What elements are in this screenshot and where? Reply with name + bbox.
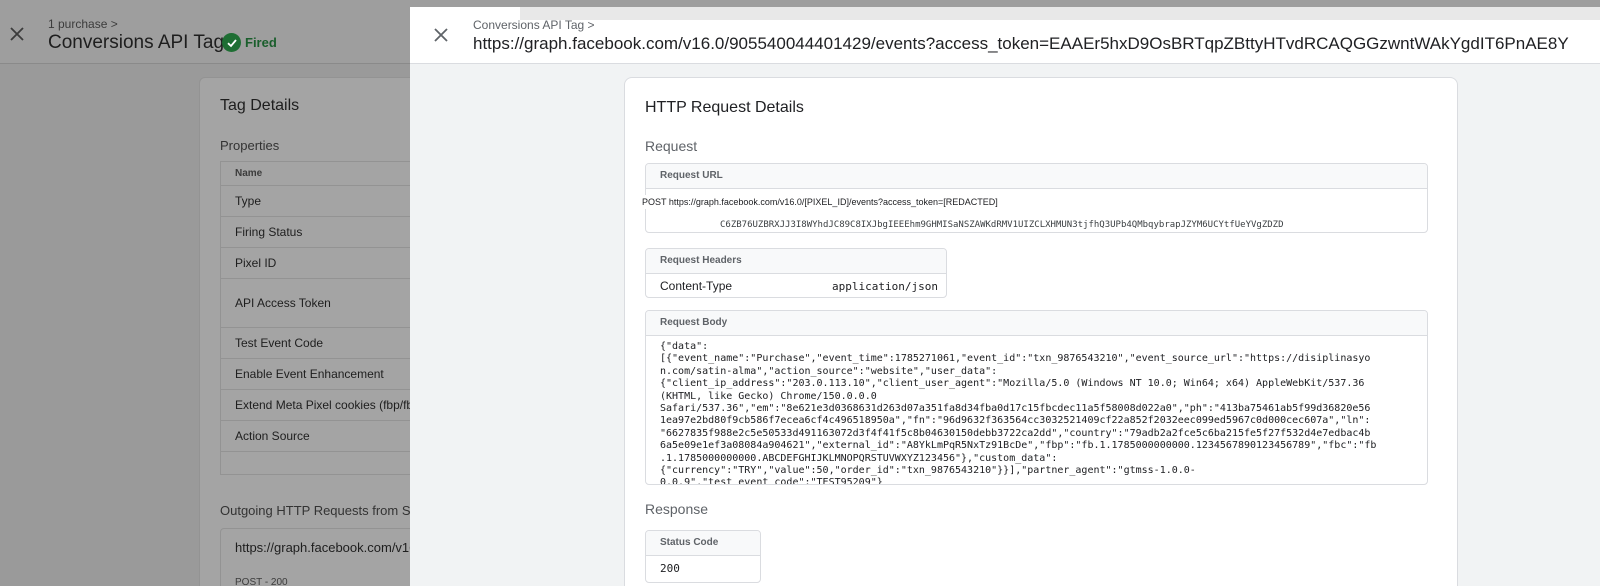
breadcrumb[interactable]: Conversions API Tag > [473,18,595,32]
http-request-panel: Conversions API Tag > https://graph.face… [410,7,1600,586]
request-body-label: Request Body [646,311,1427,336]
table-row: Enable Event Enhancement [221,359,439,390]
table-row-empty [221,452,439,474]
request-headers-label: Request Headers [646,249,946,274]
panel-header: Conversions API Tag > https://graph.face… [410,7,1600,64]
request-headers-box: Request Headers Content-Type application… [645,248,947,298]
tag-details-card: Tag Details Properties Name Type Firing … [199,77,581,586]
table-row: Pixel ID [221,248,439,279]
page-title: Conversions API Tag [48,32,225,53]
status-label: Fired [245,35,277,50]
status-code-value: 200 [660,562,680,575]
outgoing-requests-label: Outgoing HTTP Requests from Server [220,503,441,518]
card-title: Tag Details [220,97,300,114]
properties-table: Name Type Firing Status Pixel ID API Acc… [220,161,440,475]
request-body-box: Request Body {"data": [{"event_name":"Pu… [645,310,1428,485]
close-icon[interactable] [8,25,26,43]
header-value: application/json [832,279,938,293]
properties-label: Properties [220,138,280,153]
request-body-text: {"data": [{"event_name":"Purchase","even… [660,341,1377,485]
background-header: 1 purchase > Conversions API Tag Fired [0,0,410,64]
table-header-name: Name [221,162,439,186]
table-row: Firing Status [221,217,439,248]
header-gray-strip [520,7,1600,20]
http-request-details-card: HTTP Request Details Request Request URL… [624,77,1458,586]
request-url-clipped-text: C6ZB76UZBRXJJ3I8WYhdJC89C8IXJbgIEEEhm9GH… [720,220,1284,230]
table-row: Test Event Code [221,328,439,359]
status-badge: Fired [222,33,277,52]
request-url-title: https://graph.facebook.com/v16.0/9055400… [473,34,1569,53]
request-url-overlay: POST https://graph.facebook.com/v16.0/[P… [642,195,998,209]
header-key: Content-Type [660,279,733,293]
table-row: API Access Token [221,279,439,328]
card-title: HTTP Request Details [645,99,804,116]
close-icon[interactable] [432,26,450,44]
request-url-label: Request URL [646,164,1427,189]
table-row: Type [221,186,439,217]
request-section-label: Request [645,138,698,154]
response-section-label: Response [645,501,709,517]
header-row: Content-Type application/json [646,274,946,297]
status-code-box: Status Code 200 [645,530,761,583]
outgoing-request-item[interactable]: https://graph.facebook.com/v16.0/9055400… [220,528,581,586]
breadcrumb[interactable]: 1 purchase > [48,17,118,31]
check-circle-icon [222,33,241,52]
outgoing-request-status: POST - 200 [235,577,288,586]
table-row: Action Source [221,421,439,452]
table-row: Extend Meta Pixel cookies (fbp/fbc) [221,390,439,421]
status-code-label: Status Code [646,531,760,556]
